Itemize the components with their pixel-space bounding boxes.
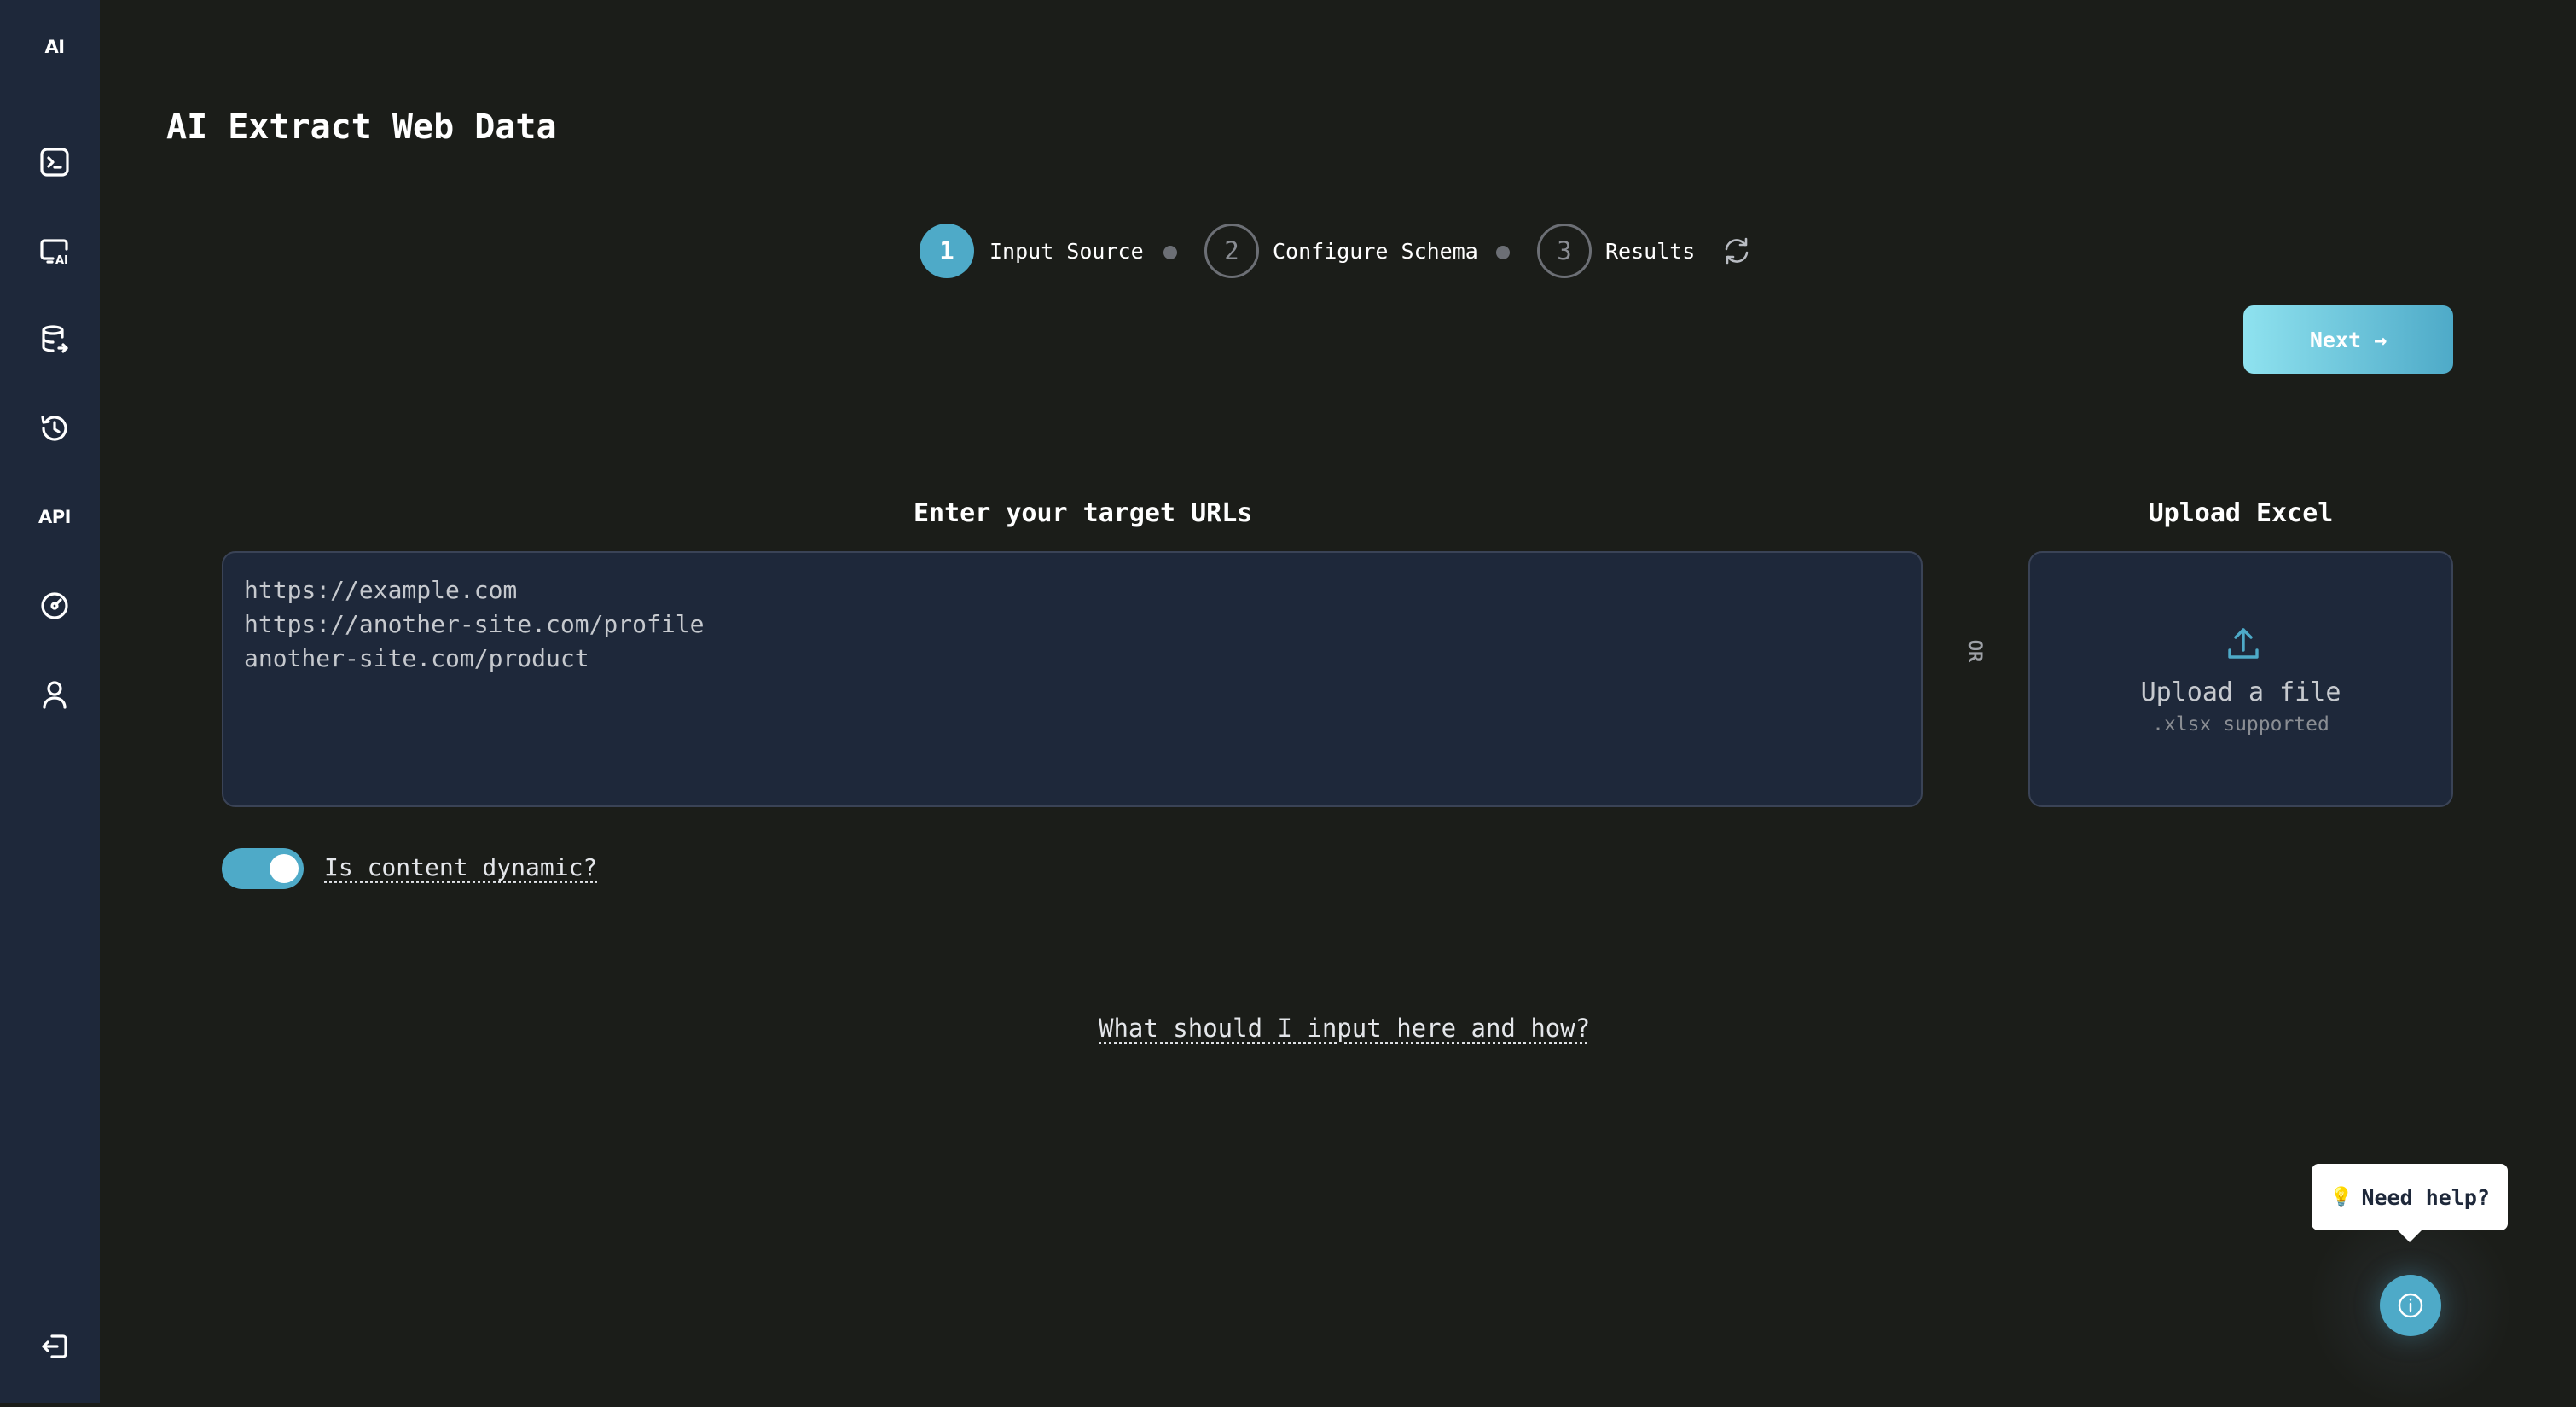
- url-placeholder-line: https://another-site.com/profile: [244, 608, 1900, 642]
- reset-steps-button[interactable]: [1720, 234, 1754, 268]
- refresh-icon: [1720, 234, 1754, 268]
- ai-screen-icon: AI: [38, 234, 72, 268]
- upload-heading: Upload Excel: [2028, 498, 2453, 528]
- sidebar-item-database-export[interactable]: [24, 309, 85, 370]
- sidebar-item-profile[interactable]: [24, 664, 85, 725]
- user-icon: [38, 677, 72, 712]
- upload-dropzone[interactable]: Upload a file .xlsx supported: [2028, 551, 2453, 807]
- logo-label: AI: [44, 37, 64, 57]
- step-1-circle[interactable]: 1: [920, 224, 974, 278]
- sidebar-item-ai-screen[interactable]: AI: [24, 220, 85, 282]
- help-button[interactable]: [2380, 1275, 2441, 1336]
- history-icon: [38, 411, 72, 445]
- url-placeholder-line: another-site.com/product: [244, 642, 1900, 676]
- upload-hint: .xlsx supported: [2030, 713, 2451, 735]
- lightbulb-icon: 💡: [2329, 1187, 2353, 1208]
- info-icon: [2396, 1291, 2425, 1320]
- urls-textarea[interactable]: https://example.com https://another-site…: [222, 551, 1923, 807]
- terminal-icon: [38, 145, 72, 179]
- sidebar: AI AI API: [0, 0, 100, 1403]
- urls-heading: Enter your target URLs: [914, 498, 1252, 528]
- sidebar-item-terminal[interactable]: [24, 131, 85, 193]
- api-icon: API: [38, 507, 71, 527]
- step-2-circle[interactable]: 2: [1204, 224, 1259, 278]
- step-separator: [1163, 246, 1177, 259]
- sidebar-logout-button[interactable]: [24, 1316, 85, 1377]
- step-1-label[interactable]: Input Source: [989, 239, 1144, 264]
- step-3-circle[interactable]: 3: [1537, 224, 1592, 278]
- page-title: AI Extract Web Data: [166, 108, 557, 147]
- help-tooltip[interactable]: 💡 Need help?: [2312, 1164, 2508, 1230]
- sidebar-item-dashboard[interactable]: [24, 575, 85, 637]
- step-3-label[interactable]: Results: [1605, 239, 1695, 264]
- next-button[interactable]: Next →: [2243, 305, 2453, 374]
- app-logo[interactable]: AI: [24, 16, 85, 78]
- upload-icon: [2225, 625, 2262, 662]
- sidebar-item-history[interactable]: [24, 398, 85, 459]
- dynamic-content-label[interactable]: Is content dynamic?: [324, 853, 597, 881]
- step-separator: [1496, 246, 1510, 259]
- or-divider: OR: [1962, 638, 1987, 664]
- sidebar-item-api[interactable]: API: [24, 486, 85, 548]
- toggle-knob: [270, 854, 299, 883]
- logout-icon: [38, 1329, 72, 1363]
- input-help-link[interactable]: What should I input here and how?: [1099, 1014, 1590, 1043]
- svg-text:AI: AI: [55, 254, 68, 267]
- help-tooltip-label: Need help?: [2361, 1185, 2490, 1210]
- gauge-icon: [38, 589, 72, 623]
- upload-title: Upload a file: [2030, 677, 2451, 707]
- url-placeholder-line: https://example.com: [244, 573, 1900, 608]
- step-2-label[interactable]: Configure Schema: [1273, 239, 1478, 264]
- dynamic-content-toggle[interactable]: [222, 848, 304, 889]
- database-export-icon: [38, 323, 72, 357]
